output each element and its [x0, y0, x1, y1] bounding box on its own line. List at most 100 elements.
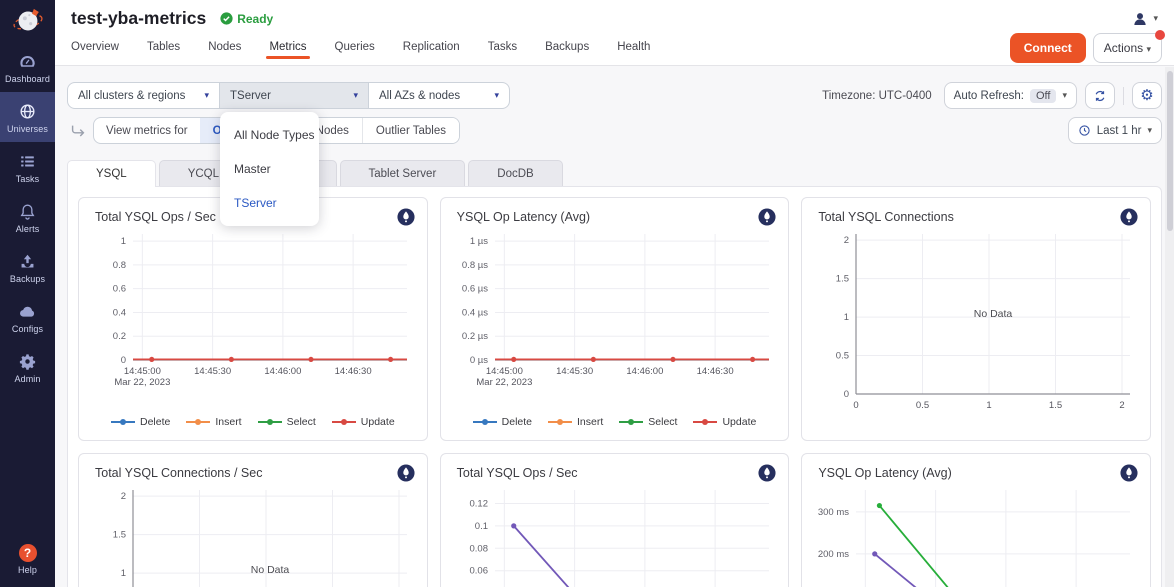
user-avatar-icon	[1131, 10, 1149, 28]
svg-text:0.8: 0.8	[113, 260, 126, 271]
scrollbar-thumb[interactable]	[1167, 71, 1173, 231]
svg-text:200 ms: 200 ms	[818, 549, 849, 560]
sidebar-item-dashboard[interactable]: Dashboard	[0, 42, 55, 92]
sidebar-item-configs[interactable]: Configs	[0, 292, 55, 342]
tab-overview[interactable]: Overview	[71, 41, 119, 59]
chart-plot[interactable]: 21.510.5000.511.52No Data	[89, 482, 417, 587]
actions-button[interactable]: Actions ▾	[1093, 33, 1162, 63]
svg-text:0: 0	[121, 355, 126, 366]
legend-marker	[548, 421, 572, 423]
legend-item-insert[interactable]: Insert	[548, 416, 603, 428]
cluster-region-select[interactable]: All clusters & regions▾	[67, 82, 220, 109]
legend-item-select[interactable]: Select	[258, 416, 316, 428]
sidebar-item-alerts[interactable]: Alerts	[0, 192, 55, 242]
chart-panel-2: YSQL Op Latency (Avg)1 µs0.8 µs0.6 µs0.4…	[440, 197, 790, 441]
chevron-down-icon: ▾	[1153, 13, 1158, 24]
user-menu[interactable]: ▾	[1131, 10, 1158, 28]
chart-plot[interactable]: 0.120.10.080.060.040.02014:45:00Mar 22, …	[451, 482, 779, 587]
chart-legend: Delete Insert Select Update	[89, 412, 417, 432]
tab-health[interactable]: Health	[617, 41, 650, 59]
menu-item-all-node-types[interactable]: All Node Types	[220, 118, 319, 152]
sidebar-item-universes[interactable]: Universes	[0, 92, 55, 142]
tab-nodes[interactable]: Nodes	[208, 41, 241, 59]
legend-item-insert[interactable]: Insert	[186, 416, 241, 428]
yugabyte-logo-icon[interactable]	[397, 208, 415, 226]
vertical-scrollbar[interactable]	[1165, 67, 1174, 587]
chart-plot[interactable]: 300 ms200 ms100 ms0 ms14:45:00Mar 22, 20…	[812, 482, 1140, 587]
refresh-button[interactable]	[1085, 82, 1115, 109]
svg-text:14:45:00: 14:45:00	[124, 366, 161, 377]
sidebar-item-backups[interactable]: Backups	[0, 242, 55, 292]
svg-text:300 ms: 300 ms	[818, 507, 849, 518]
yugabyte-logo-icon[interactable]	[1120, 208, 1138, 226]
connect-button[interactable]: Connect	[1010, 33, 1086, 63]
svg-text:14:46:00: 14:46:00	[264, 366, 301, 377]
chart-title: Total YSQL Connections	[818, 210, 954, 224]
sidebar-item-label: Admin	[14, 374, 40, 384]
view-option-outlier-tables[interactable]: Outlier Tables	[362, 117, 459, 144]
legend-item-update[interactable]: Update	[693, 416, 756, 428]
settings-button[interactable]: ⚙	[1132, 82, 1162, 109]
auto-refresh-button[interactable]: Auto Refresh: Off ▾	[944, 82, 1077, 109]
node-type-select[interactable]: TServer▾	[219, 82, 369, 109]
legend-item-select[interactable]: Select	[619, 416, 677, 428]
yugabyte-logo-icon[interactable]	[758, 208, 776, 226]
svg-text:0.6 µs: 0.6 µs	[462, 284, 488, 295]
chart-panel-4: Total YSQL Connections / Sec21.510.5000.…	[78, 453, 428, 587]
metric-tab-docdb[interactable]: DocDB	[468, 160, 562, 186]
legend-item-delete[interactable]: Delete	[111, 416, 170, 428]
sidebar-item-tasks[interactable]: Tasks	[0, 142, 55, 192]
menu-item-master[interactable]: Master	[220, 152, 319, 186]
time-range-button[interactable]: Last 1 hr ▾	[1068, 117, 1162, 144]
chart-plot[interactable]: 1 µs0.8 µs0.6 µs0.4 µs0.2 µs0 µs14:45:00…	[451, 226, 779, 412]
yugabyte-logo-icon[interactable]	[758, 464, 776, 482]
chevron-down-icon: ▾	[1147, 125, 1152, 136]
legend-marker	[111, 421, 135, 423]
tab-backups[interactable]: Backups	[545, 41, 589, 59]
menu-item-tserver[interactable]: TServer	[220, 186, 319, 220]
chart-plot[interactable]: 21.510.5000.511.52No Data	[812, 226, 1140, 432]
yugabyte-logo-icon[interactable]	[1120, 464, 1138, 482]
svg-text:0: 0	[854, 400, 859, 411]
svg-text:1.5: 1.5	[1049, 400, 1062, 411]
svg-text:No Data: No Data	[251, 564, 290, 576]
node-type-menu: All Node TypesMasterTServer	[220, 112, 319, 226]
metric-tab-ysql[interactable]: YSQL	[67, 160, 156, 187]
tab-replication[interactable]: Replication	[403, 41, 460, 59]
yugabyte-app-logo-icon[interactable]	[0, 0, 55, 42]
metric-tab-tablet-server[interactable]: Tablet Server	[340, 160, 466, 186]
sidebar-item-admin[interactable]: Admin	[0, 342, 55, 392]
svg-text:0.2 µs: 0.2 µs	[462, 331, 488, 342]
alerts-icon	[18, 201, 38, 221]
status-badge: Ready	[220, 12, 273, 26]
sidebar-item-label: Universes	[7, 124, 48, 134]
backups-icon	[18, 251, 38, 271]
chevron-down-icon: ▾	[353, 90, 358, 101]
svg-text:1: 1	[844, 312, 849, 323]
sidebar-item-label: Tasks	[16, 174, 40, 184]
svg-text:14:46:30: 14:46:30	[696, 366, 733, 377]
legend-item-update[interactable]: Update	[332, 416, 395, 428]
sidebar-item-label: Configs	[12, 324, 43, 334]
tab-queries[interactable]: Queries	[335, 41, 375, 59]
divider	[1123, 87, 1124, 105]
az-node-select[interactable]: All AZs & nodes▾	[368, 82, 510, 109]
chevron-down-icon: ▾	[1146, 44, 1151, 54]
header: test-yba-metrics Ready ▾ OverviewTablesN…	[55, 0, 1174, 66]
svg-text:14:45:30: 14:45:30	[194, 366, 231, 377]
tab-tasks[interactable]: Tasks	[488, 41, 517, 59]
metric-tab-panel: Total YSQL Ops / Sec10.80.60.40.2014:45:…	[67, 186, 1162, 587]
svg-text:0.1: 0.1	[474, 521, 487, 532]
refresh-icon	[1093, 89, 1107, 103]
yugabyte-logo-icon[interactable]	[397, 464, 415, 482]
svg-text:14:46:30: 14:46:30	[335, 366, 372, 377]
sidebar-item-help[interactable]: ? Help	[0, 534, 55, 587]
tab-metrics[interactable]: Metrics	[269, 41, 306, 59]
legend-item-delete[interactable]: Delete	[473, 416, 532, 428]
tab-tables[interactable]: Tables	[147, 41, 180, 59]
view-metrics-label: View metrics for	[94, 125, 200, 137]
chevron-down-icon: ▾	[494, 90, 499, 101]
admin-icon	[18, 351, 38, 371]
chart-plot[interactable]: 10.80.60.40.2014:45:00Mar 22, 202314:45:…	[89, 226, 417, 412]
svg-text:0: 0	[844, 389, 849, 400]
